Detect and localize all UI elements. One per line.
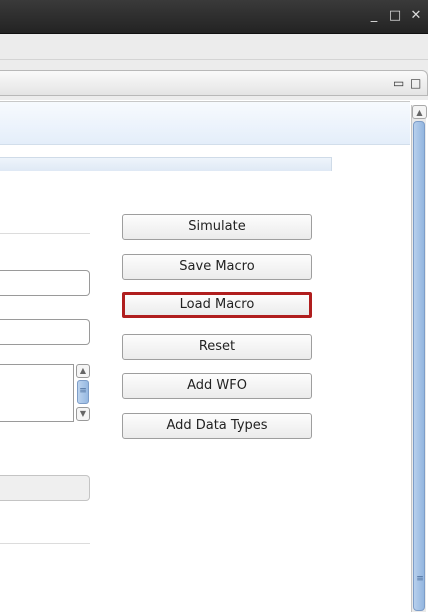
add-wfo-button[interactable]: Add WFO [122, 373, 312, 399]
list-scroll-up-icon[interactable]: ▲ [76, 364, 90, 378]
close-window-icon[interactable]: ✕ [409, 8, 423, 24]
minimize-view-icon[interactable]: ▭ [393, 76, 404, 90]
list-scroll-down-icon[interactable]: ▼ [76, 407, 90, 421]
content-panel: ▲ ≡ ▼ Simulate Save Macro Load Macro Res… [0, 101, 410, 612]
section-header [0, 102, 410, 145]
view-toolbar: ▭ □ [0, 60, 428, 100]
inner-tab-strip [0, 157, 332, 171]
divider [0, 233, 90, 234]
divider [0, 543, 90, 544]
minimize-window-icon[interactable]: _ [367, 8, 381, 24]
disabled-field [0, 475, 90, 501]
scroll-grip-icon: ≡ [416, 574, 424, 584]
add-data-types-button[interactable]: Add Data Types [122, 413, 312, 439]
view-tab[interactable] [0, 70, 428, 96]
load-macro-button[interactable]: Load Macro [122, 292, 312, 318]
list-scroll-thumb[interactable]: ≡ [77, 380, 89, 404]
maximize-view-icon[interactable]: □ [410, 76, 421, 90]
title-bar: _ □ ✕ [0, 0, 428, 34]
text-field-1[interactable] [0, 270, 90, 296]
maximize-window-icon[interactable]: □ [388, 8, 402, 24]
list-scrollbar[interactable]: ▲ ≡ ▼ [76, 364, 90, 422]
simulate-button[interactable]: Simulate [122, 214, 312, 240]
selection-list[interactable] [0, 364, 74, 422]
save-macro-button[interactable]: Save Macro [122, 254, 312, 280]
scroll-thumb[interactable]: ≡ [413, 121, 425, 611]
application-window: _ □ ✕ ▭ □ ▲ ≡ ▼ Simulate Save Macro Load… [0, 0, 428, 612]
reset-button[interactable]: Reset [122, 334, 312, 360]
text-field-2[interactable] [0, 319, 90, 345]
menu-bar [0, 34, 428, 60]
scroll-up-icon[interactable]: ▲ [412, 105, 427, 119]
vertical-scrollbar[interactable]: ▲ ≡ [411, 105, 427, 612]
